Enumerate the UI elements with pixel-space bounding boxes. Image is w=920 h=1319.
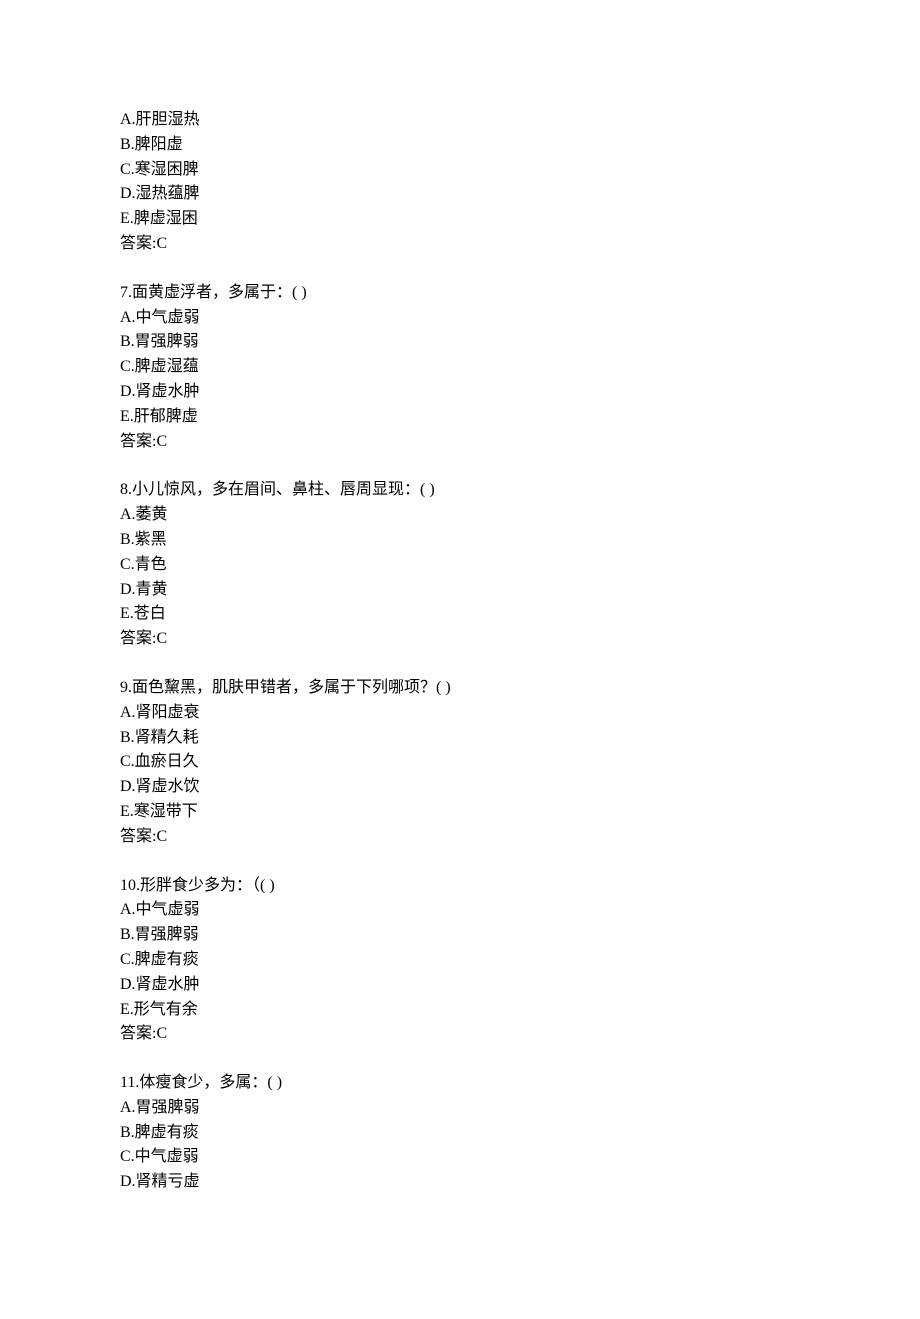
- text-line: E.苍白: [120, 602, 800, 627]
- text-line: 9.面色黧黑，肌肤甲错者，多属于下列哪项？( ): [120, 676, 800, 701]
- text-line: C.青色: [120, 553, 800, 578]
- question-block: 10.形胖食少多为：（( )A.中气虚弱B.胃强脾弱C.脾虚有痰D.肾虚水肿E.…: [120, 874, 800, 1048]
- text-line: 7.面黄虚浮者，多属于：( ): [120, 281, 800, 306]
- document-page: A.肝胆湿热B.脾阳虚C.寒湿困脾D.湿热蕴脾E.脾虚湿困答案:C7.面黄虚浮者…: [0, 0, 920, 1319]
- text-line: A.中气虚弱: [120, 306, 800, 331]
- text-line: E.形气有余: [120, 998, 800, 1023]
- text-line: D.湿热蕴脾: [120, 182, 800, 207]
- text-line: D.肾虚水肿: [120, 380, 800, 405]
- text-line: 8.小儿惊风，多在眉间、鼻柱、唇周显现：( ): [120, 478, 800, 503]
- text-line: 11.体瘦食少，多属：( ): [120, 1071, 800, 1096]
- text-line: A.肾阳虚衰: [120, 701, 800, 726]
- text-line: 答案:C: [120, 825, 800, 850]
- question-block: 9.面色黧黑，肌肤甲错者，多属于下列哪项？( )A.肾阳虚衰B.肾精久耗C.血瘀…: [120, 676, 800, 850]
- text-line: E.肝郁脾虚: [120, 405, 800, 430]
- text-line: E.寒湿带下: [120, 800, 800, 825]
- text-line: 答案:C: [120, 430, 800, 455]
- text-line: A.中气虚弱: [120, 898, 800, 923]
- text-line: B.紫黑: [120, 528, 800, 553]
- question-block: 11.体瘦食少，多属：( )A.胃强脾弱B.脾虚有痰C.中气虚弱D.肾精亏虚: [120, 1071, 800, 1195]
- question-block: 7.面黄虚浮者，多属于：( )A.中气虚弱B.胃强脾弱C.脾虚湿蕴D.肾虚水肿E…: [120, 281, 800, 455]
- text-line: B.脾阳虚: [120, 133, 800, 158]
- text-line: D.肾虚水饮: [120, 775, 800, 800]
- text-line: D.肾虚水肿: [120, 973, 800, 998]
- text-line: B.肾精久耗: [120, 726, 800, 751]
- text-line: C.血瘀日久: [120, 750, 800, 775]
- text-line: B.脾虚有痰: [120, 1121, 800, 1146]
- text-line: C.脾虚湿蕴: [120, 355, 800, 380]
- text-line: 答案:C: [120, 627, 800, 652]
- text-line: A.胃强脾弱: [120, 1096, 800, 1121]
- text-line: D.青黄: [120, 578, 800, 603]
- text-line: A.肝胆湿热: [120, 108, 800, 133]
- text-line: C.中气虚弱: [120, 1145, 800, 1170]
- text-line: B.胃强脾弱: [120, 923, 800, 948]
- text-line: 10.形胖食少多为：（( ): [120, 874, 800, 899]
- text-line: B.胃强脾弱: [120, 330, 800, 355]
- text-line: C.脾虚有痰: [120, 948, 800, 973]
- text-line: 答案:C: [120, 1022, 800, 1047]
- question-block: A.肝胆湿热B.脾阳虚C.寒湿困脾D.湿热蕴脾E.脾虚湿困答案:C: [120, 108, 800, 257]
- text-line: C.寒湿困脾: [120, 158, 800, 183]
- text-line: E.脾虚湿困: [120, 207, 800, 232]
- question-block: 8.小儿惊风，多在眉间、鼻柱、唇周显现：( )A.萎黄B.紫黑C.青色D.青黄E…: [120, 478, 800, 652]
- text-line: 答案:C: [120, 232, 800, 257]
- text-line: A.萎黄: [120, 503, 800, 528]
- text-line: D.肾精亏虚: [120, 1170, 800, 1195]
